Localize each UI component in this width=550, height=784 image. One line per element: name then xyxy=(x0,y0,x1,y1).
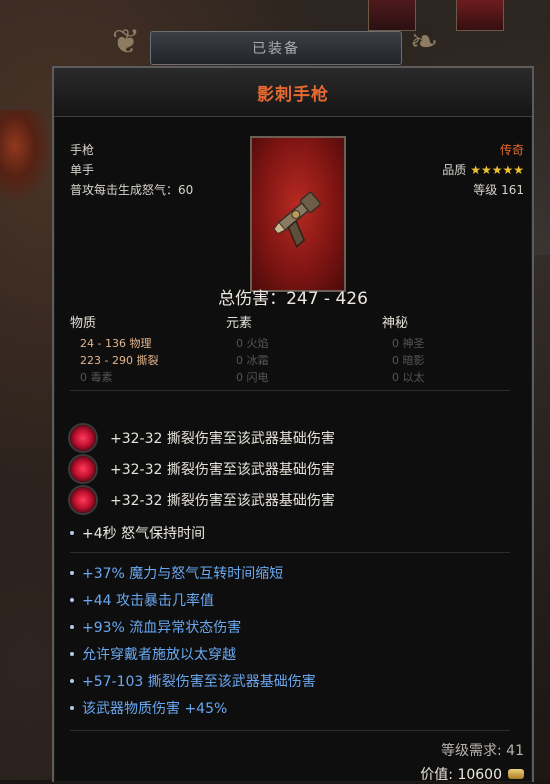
affix-text: +44 攻击暴击几率值 xyxy=(82,593,214,609)
item-hand: 单手 xyxy=(70,163,95,177)
affix-row: +57-103 撕裂伤害至该武器基础伤害 xyxy=(70,668,316,694)
bullet-icon xyxy=(70,706,74,710)
ornament-right-icon: ❧ xyxy=(409,22,439,62)
socket-text: +32-32 撕裂伤害至该武器基础伤害 xyxy=(110,431,335,447)
divider xyxy=(70,390,510,391)
background-fire xyxy=(0,110,50,200)
damage-col-mystic: 神秘 0 神圣 0 暗影 0 以太 xyxy=(382,312,532,386)
damage-value: 223 - 290 撕裂 xyxy=(80,354,159,367)
socket-row: +32-32 撕裂伤害至该武器基础伤害 xyxy=(70,485,335,515)
affix-row: 该武器物质伤害 +45% xyxy=(70,695,227,721)
ruby-gem-icon[interactable] xyxy=(70,425,96,451)
damage-col-head: 物质 xyxy=(70,316,97,331)
item-level: 等级 161 xyxy=(473,183,524,197)
damage-col-head: 神秘 xyxy=(382,316,409,331)
damage-col-head: 元素 xyxy=(226,316,253,331)
item-rarity: 传奇 xyxy=(499,143,524,157)
damage-value: 0 火焰 xyxy=(236,337,269,350)
damage-value: 24 - 136 物理 xyxy=(80,337,152,350)
item-meta-info: 传奇 品质 ★★★★★ 等级 161 xyxy=(442,140,524,200)
damage-value: 0 以太 xyxy=(392,371,425,384)
ruby-gem-icon[interactable] xyxy=(70,487,96,513)
affix-row: +37% 魔力与怒气互转时间缩短 xyxy=(70,560,283,586)
ornament-left-icon: ❦ xyxy=(111,22,141,62)
bullet-icon xyxy=(70,652,74,656)
item-quality: 品质 ★★★★★ xyxy=(442,160,524,180)
affix-text: +93% 流血异常状态伤害 xyxy=(82,620,242,636)
damage-col-material: 物质 24 - 136 物理 223 - 290 撕裂 0 毒素 xyxy=(70,312,220,386)
item-rage: 普攻每击生成怒气：60 xyxy=(70,183,194,197)
price-text: 价值: 10600 xyxy=(420,767,502,783)
damage-value: 0 暗影 xyxy=(392,354,425,367)
bullet-icon xyxy=(70,598,74,602)
item-image xyxy=(250,136,346,292)
item-title-bar: 影刺手枪 xyxy=(54,68,532,117)
bullet-icon xyxy=(70,531,74,535)
item-price: 价值: 10600 xyxy=(420,764,524,784)
equipped-header: 已装备 xyxy=(150,31,402,65)
background-wall xyxy=(532,255,550,725)
damage-value: 0 冰霜 xyxy=(236,354,269,367)
item-name: 影刺手枪 xyxy=(257,84,329,105)
level-requirement: 等级需求: 41 xyxy=(441,743,524,759)
base-affix-text: +4秒 怒气保持时间 xyxy=(82,526,206,542)
socket-row: +32-32 撕裂伤害至该武器基础伤害 xyxy=(70,423,335,453)
affix-text: +57-103 撕裂伤害至该武器基础伤害 xyxy=(82,674,316,690)
damage-value: 0 闪电 xyxy=(236,371,269,384)
base-affix: +4秒 怒气保持时间 xyxy=(70,520,205,546)
bullet-icon xyxy=(70,625,74,629)
socket-text: +32-32 撕裂伤害至该武器基础伤害 xyxy=(110,493,335,509)
affix-text: +37% 魔力与怒气互转时间缩短 xyxy=(82,566,284,582)
socket-text: +32-32 撕裂伤害至该武器基础伤害 xyxy=(110,462,335,478)
pistol-icon xyxy=(273,191,321,248)
item-tooltip: 影刺手枪 手枪 单手 普攻每击生成怒气：60 传奇 品质 ★★★★★ 等级 161… xyxy=(52,66,534,784)
damage-value: 0 神圣 xyxy=(392,337,425,350)
item-basic-info: 手枪 单手 普攻每击生成怒气：60 xyxy=(70,140,193,200)
quality-stars-icon: ★★★★★ xyxy=(470,163,524,177)
equipment-slot-top-right[interactable] xyxy=(456,0,504,31)
bullet-icon xyxy=(70,679,74,683)
divider xyxy=(70,730,510,731)
damage-col-element: 元素 0 火焰 0 冰霜 0 闪电 xyxy=(226,312,376,386)
item-type: 手枪 xyxy=(70,143,95,157)
equipped-label: 已装备 xyxy=(252,41,300,57)
affix-text: 该武器物质伤害 +45% xyxy=(82,701,228,717)
affix-row: +44 攻击暴击几率值 xyxy=(70,587,214,613)
quality-label: 品质 xyxy=(442,163,467,177)
gold-coin-icon xyxy=(508,769,524,779)
divider xyxy=(70,552,510,553)
socket-row: +32-32 撕裂伤害至该武器基础伤害 xyxy=(70,454,335,484)
affix-text: 允许穿戴者施放以太穿越 xyxy=(82,647,236,663)
bullet-icon xyxy=(70,571,74,575)
total-damage: 总伤害：247 - 426 xyxy=(218,289,368,309)
ruby-gem-icon[interactable] xyxy=(70,456,96,482)
affix-row: 允许穿戴者施放以太穿越 xyxy=(70,641,236,667)
damage-value: 0 毒素 xyxy=(80,371,113,384)
affix-row: +93% 流血异常状态伤害 xyxy=(70,614,241,640)
